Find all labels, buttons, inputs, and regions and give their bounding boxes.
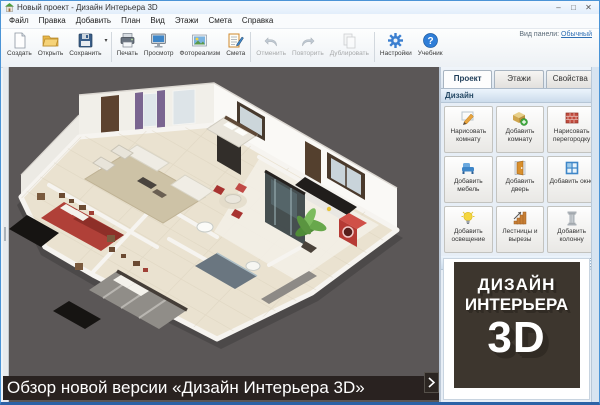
floor-plan-3d-view[interactable] xyxy=(9,67,439,403)
door-icon xyxy=(512,160,528,176)
undo-button[interactable]: Отменить xyxy=(253,31,289,58)
save-dropdown-caret[interactable]: ▾ xyxy=(105,37,108,44)
panel-view-value-link[interactable]: Обычный xyxy=(561,31,592,38)
add-column-button[interactable]: Добавить колонну xyxy=(547,206,596,253)
tab-properties[interactable]: Свойства xyxy=(546,70,595,88)
app-window: Новый проект - Дизайн Интерьера 3D – □ ✕… xyxy=(0,0,600,405)
objects-list-area: ДИЗАЙН ИНТЕРЬЕРА 3D xyxy=(443,258,590,400)
add-furniture-button[interactable]: Добавить мебель xyxy=(444,156,493,203)
panel-view-selector: Вид панели: Обычный xyxy=(519,31,592,38)
add-door-button[interactable]: Добавить дверь xyxy=(496,156,545,203)
new-button[interactable]: Создать xyxy=(4,31,35,58)
add-lighting-button[interactable]: Добавить освещение xyxy=(444,206,493,253)
minimize-button[interactable]: – xyxy=(551,1,566,14)
printer-icon xyxy=(119,32,136,49)
menu-help[interactable]: Справка xyxy=(237,14,278,28)
draw-partition-button[interactable]: Нарисовать перегородку xyxy=(547,106,596,153)
armchair-icon xyxy=(460,160,476,176)
window-title: Новый проект - Дизайн Интерьера 3D xyxy=(17,3,158,12)
toolbar: Создать Открыть Сохранить ▾ Печать Прос xyxy=(1,29,599,68)
promo-logo-image: ДИЗАЙН ИНТЕРЬЕРА 3D xyxy=(454,262,580,388)
tab-floors[interactable]: Этажи xyxy=(494,70,543,88)
notepad-pencil-icon xyxy=(227,32,244,49)
panel-scrollbar[interactable] xyxy=(591,67,599,403)
gear-icon xyxy=(387,32,404,49)
menu-bar: Файл Правка Добавить План Вид Этажи Смет… xyxy=(1,14,599,29)
menu-view[interactable]: Вид xyxy=(145,14,169,28)
undo-icon xyxy=(263,32,280,49)
svg-text:?: ? xyxy=(427,36,433,47)
draw-room-icon xyxy=(460,110,476,126)
design-section-header: Дизайн xyxy=(441,89,599,103)
menu-floors[interactable]: Этажи xyxy=(170,14,204,28)
monitor-icon xyxy=(150,32,167,49)
toolbar-separator xyxy=(374,32,375,62)
brick-wall-icon xyxy=(564,110,580,126)
column-icon xyxy=(564,210,580,226)
redo-button[interactable]: Повторить xyxy=(289,31,327,58)
tutorial-button[interactable]: ? Учебник xyxy=(415,31,446,58)
menu-file[interactable]: Файл xyxy=(4,14,34,28)
redo-icon xyxy=(299,32,316,49)
add-window-button[interactable]: Добавить окно xyxy=(547,156,596,203)
draw-room-button[interactable]: Нарисовать комнату xyxy=(444,106,493,153)
chevron-right-icon xyxy=(428,377,435,388)
print-button[interactable]: Печать xyxy=(114,31,141,58)
toolbar-separator xyxy=(250,32,251,62)
design-tools: Нарисовать комнату Добавить комнату Нари… xyxy=(441,103,599,256)
video-caption: Обзор новой версии «Дизайн Интерьера 3D» xyxy=(3,376,439,400)
add-room-button[interactable]: Добавить комнату xyxy=(496,106,545,153)
right-panel: Проект Этажи Свойства Дизайн Нарисовать … xyxy=(441,67,599,403)
3d-viewport[interactable]: Обзор новой версии «Дизайн Интерьера 3D» xyxy=(3,67,439,403)
stairs-button[interactable]: Лестницы и вырезы xyxy=(496,206,545,253)
toolbar-separator xyxy=(111,32,112,62)
title-bar: Новый проект - Дизайн Интерьера 3D – □ ✕ xyxy=(1,1,599,14)
menu-estimate[interactable]: Смета xyxy=(203,14,236,28)
save-button[interactable]: Сохранить xyxy=(66,31,104,58)
close-button[interactable]: ✕ xyxy=(581,1,596,14)
menu-add[interactable]: Добавить xyxy=(71,14,116,28)
window-icon xyxy=(564,160,580,176)
tab-project[interactable]: Проект xyxy=(443,70,492,88)
photo-icon xyxy=(191,32,208,49)
panel-tabs: Проект Этажи Свойства xyxy=(441,67,599,89)
settings-button[interactable]: Настройки xyxy=(377,31,415,58)
stairs-icon xyxy=(512,210,528,226)
help-icon: ? xyxy=(422,32,439,49)
duplicate-button[interactable]: Дублировать xyxy=(327,31,372,58)
duplicate-pages-icon xyxy=(341,32,358,49)
open-button[interactable]: Открыть xyxy=(35,31,67,58)
save-floppy-icon xyxy=(77,32,94,49)
collapse-panel-arrow[interactable] xyxy=(424,372,439,393)
menu-plan[interactable]: План xyxy=(116,14,145,28)
photorealism-button[interactable]: Фотореализм xyxy=(177,31,224,58)
new-document-icon xyxy=(11,32,28,49)
app-icon xyxy=(5,3,14,12)
preview-button[interactable]: Просмотр xyxy=(141,31,177,58)
lightbulb-icon xyxy=(460,210,476,226)
estimate-button[interactable]: Смета xyxy=(223,31,248,58)
open-folder-icon xyxy=(42,32,59,49)
maximize-button[interactable]: □ xyxy=(566,1,581,14)
add-room-icon xyxy=(512,110,528,126)
menu-edit[interactable]: Правка xyxy=(34,14,71,28)
